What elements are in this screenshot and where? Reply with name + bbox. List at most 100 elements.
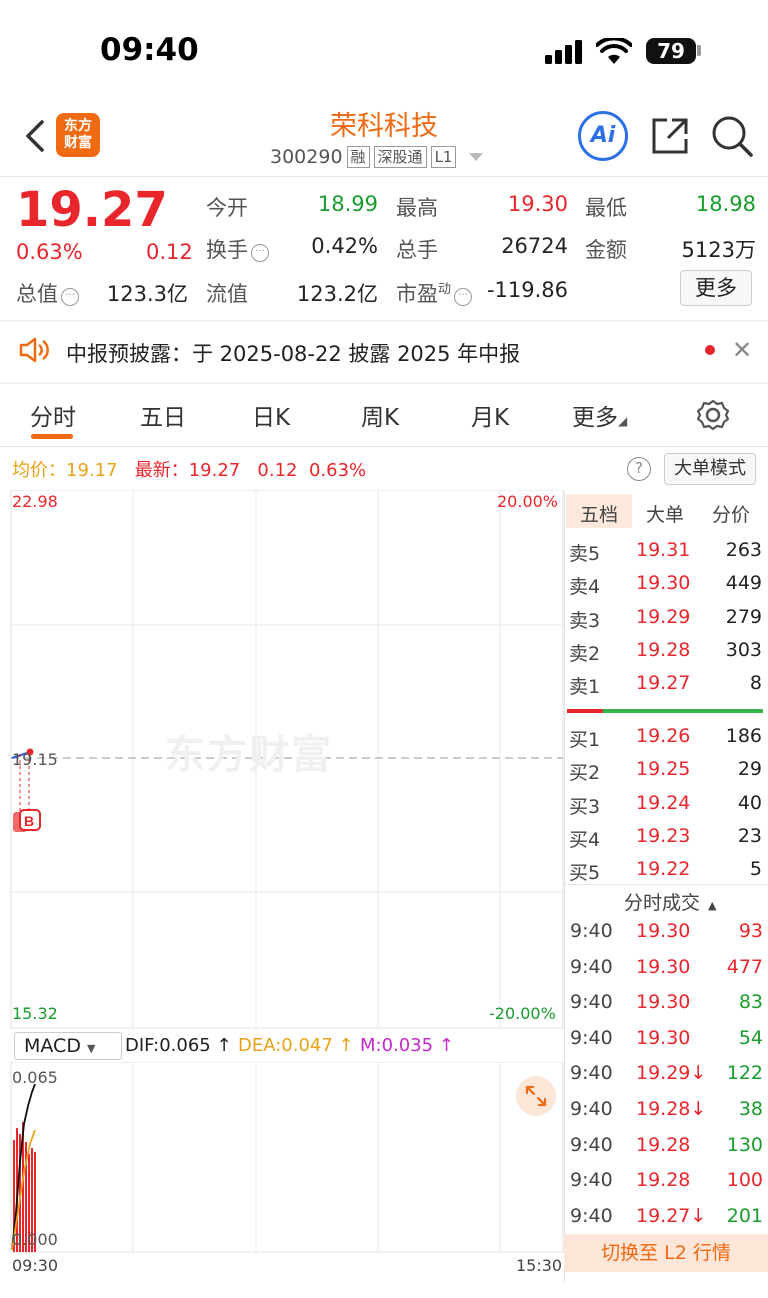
trade-time: 9:40 [570,991,613,1014]
ob-level-price: 19.24 [636,791,691,814]
bid-ratio-bar [603,709,763,713]
float-value: 123.2亿 [296,282,378,306]
trade-price: 19.28↓ [636,1098,707,1120]
trade-time: 9:40 [570,1098,613,1120]
ob-level-label: 买3 [569,795,601,818]
ob-level-price: 19.22 [636,858,691,881]
ob-level-volume: 303 [725,638,762,661]
trade-price: 19.28 [636,1133,691,1156]
trade-volume: 130 [726,1133,763,1156]
ob-level-price: 19.29 [636,605,691,628]
ob-tab-price-dist[interactable]: 分价 [712,500,750,527]
divider [0,446,768,447]
notice-text[interactable]: 中报预披露：于 2025-08-22 披露 2025 年中报 [66,338,520,368]
ob-level-volume: 186 [725,725,762,747]
ob-level-label: 卖2 [569,642,601,665]
gear-icon[interactable] [697,399,729,431]
ob-level-label: 买4 [569,828,601,851]
expand-icon [525,1085,547,1107]
last-price: 19.27 [16,182,168,238]
pct-max-label: 20.00% [497,492,559,511]
divider [0,176,768,177]
speaker-icon [19,337,49,363]
info-dots-icon[interactable]: ··· [61,288,79,306]
tab-five-day[interactable]: 五日 [140,398,186,432]
trade-price: 19.30 [636,991,691,1014]
tab-active-indicator [31,434,73,439]
trade-price: 19.29↓ [636,1062,707,1085]
switch-l2-button[interactable]: 切换至 L2 行情 [564,1234,768,1272]
macd-max-label: 0.065 [12,1068,58,1087]
macd-chart[interactable] [0,1062,564,1254]
ob-level-price: 19.23 [636,824,691,847]
trade-price: 19.30 [636,955,691,978]
time-start-label: 09:30 [12,1256,59,1275]
ai-button[interactable]: Ai [578,111,628,161]
big-order-mode-button[interactable]: 大单模式 [664,453,756,485]
amount-value: 5123万 [681,238,756,262]
turnover-label: 换手 ··· [206,234,269,264]
search-icon[interactable] [710,114,754,158]
ask-ratio-bar [567,709,603,713]
ob-level-label: 卖5 [569,543,601,565]
tab-more[interactable]: 更多◢ [572,398,627,432]
ob-level-price: 19.27 [636,672,691,695]
question-circle-icon[interactable]: ? [627,457,651,481]
ob-level-label: 买5 [569,862,601,885]
unread-dot [705,345,715,355]
trade-volume: 38 [738,1098,763,1120]
high-value: 19.30 [507,192,568,216]
tab-daily-k[interactable]: 日K [252,398,290,432]
mktcap-label: 总值 ··· [16,278,79,308]
ob-level-price: 19.30 [636,572,691,595]
tab-monthly-k[interactable]: 月K [471,398,509,432]
trade-price: 19.30 [636,920,691,942]
chart-info-line: 均价：19.17 最新：19.27 0.12 0.63% [12,460,367,481]
prev-close-label: 19.15 [12,750,58,769]
watermark: 东方财富 [165,732,333,778]
trade-time: 9:40 [570,1026,613,1049]
ob-level-volume: 8 [749,672,762,695]
ob-level-label: 卖1 [569,676,601,699]
caret-down-icon[interactable] [466,150,486,164]
macd-selector[interactable]: MACD ▼ [14,1032,122,1060]
trade-volume: 201 [726,1204,763,1227]
trades-title[interactable]: 分时成交 ▲ [624,888,716,915]
ob-level-volume: 40 [737,791,762,814]
change-value: 0.12 [146,240,193,264]
trade-volume: 477 [726,955,763,978]
ob-tab-five-levels[interactable]: 五档 [580,500,618,527]
divider [0,382,768,384]
share-icon[interactable] [650,116,690,156]
trade-price: 19.30 [636,1026,691,1049]
trade-time: 9:40 [570,920,613,942]
divider [564,884,768,885]
volume-value: 26724 [501,234,568,258]
ob-level-volume: 23 [737,824,762,847]
tag-connect: 深股通 [373,146,427,168]
ob-level-volume: 5 [749,858,762,881]
stock-subinfo: 300290 融 深股通 L1 [270,146,486,168]
trade-price: 19.28 [636,1169,691,1192]
ob-level-volume: 263 [725,539,762,561]
wifi-icon [596,38,632,64]
expand-button[interactable] [516,1076,556,1116]
tab-intraday[interactable]: 分时 [30,398,76,432]
trade-volume: 122 [726,1062,763,1085]
info-dots-icon[interactable]: ··· [251,244,269,262]
battery-icon: 79 [646,38,696,64]
tab-weekly-k[interactable]: 周K [361,398,399,432]
close-icon[interactable]: ✕ [732,336,752,364]
volume-label: 总手 [396,238,438,262]
tag-margin: 融 [346,146,370,168]
ob-level-volume: 29 [737,758,762,781]
signal-icon [545,40,582,64]
more-button[interactable]: 更多 [680,270,752,306]
trade-time: 9:40 [570,1133,613,1156]
ob-tab-big-orders[interactable]: 大单 [646,500,684,527]
stock-code: 300290 [270,146,343,168]
float-label: 流值 [206,282,248,306]
ob-level-label: 买1 [569,729,601,751]
trade-price: 19.27↓ [636,1204,707,1227]
time-end-label: 15:30 [516,1256,563,1275]
